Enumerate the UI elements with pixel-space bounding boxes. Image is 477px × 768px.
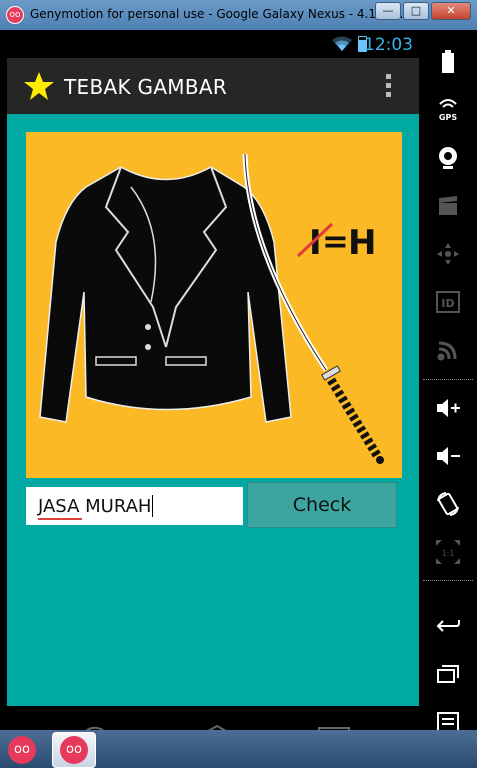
recent-apps-icon[interactable] — [428, 654, 468, 694]
back-icon[interactable] — [428, 606, 468, 646]
content-area: I = H JASA MURAH Check — [7, 114, 419, 706]
taskbar-genymotion[interactable]: oo — [0, 732, 44, 768]
genymotion-side-panel: GPS ID 1:1 — [419, 30, 477, 732]
gps-icon[interactable]: GPS — [428, 90, 468, 130]
device-id-icon[interactable]: ID — [428, 282, 468, 322]
answer-rest: MURAH — [79, 495, 152, 517]
star-icon — [24, 72, 54, 100]
status-bar: 12:03 — [7, 30, 419, 58]
video-capture-icon[interactable] — [428, 186, 468, 226]
pixel-perfect-label: 1:1 — [442, 549, 455, 558]
wifi-icon — [332, 36, 352, 51]
action-bar: TEBAK GAMBAR — [7, 58, 419, 114]
answer-input[interactable]: JASA MURAH — [26, 487, 243, 525]
volume-down-icon[interactable] — [428, 436, 468, 476]
minimize-button[interactable]: — — [375, 2, 401, 20]
device-screen: 12:03 TEBAK GAMBAR I = H JASA MURAH Chec… — [7, 30, 419, 736]
cast-icon[interactable] — [428, 330, 468, 370]
genymotion-logo-icon: oo — [6, 6, 24, 24]
volume-up-icon[interactable] — [428, 388, 468, 428]
gps-label: GPS — [439, 113, 457, 122]
answer-text: JASA MURAH — [38, 495, 152, 520]
taskbar-genymotion-active[interactable]: oo — [52, 732, 96, 768]
answer-first-word: JASA — [38, 495, 80, 517]
window-title: Genymotion for personal use - Google Gal… — [30, 7, 411, 21]
panel-divider — [423, 379, 473, 380]
check-button[interactable]: Check — [247, 482, 397, 528]
webcam-icon[interactable] — [428, 138, 468, 178]
windows-taskbar: oo oo — [0, 730, 477, 768]
puzzle-image: I = H — [26, 132, 402, 478]
battery-widget-icon[interactable] — [428, 42, 468, 82]
overflow-menu-icon[interactable] — [385, 72, 393, 100]
window-title-bar[interactable]: oo Genymotion for personal use - Google … — [0, 0, 477, 30]
rebus-replacement: H — [348, 223, 376, 263]
device-id-label: ID — [441, 297, 454, 310]
status-clock: 12:03 — [364, 35, 413, 55]
maximize-button[interactable]: □ — [403, 2, 429, 20]
rebus-equals: = — [322, 222, 349, 260]
rotate-icon[interactable] — [428, 484, 468, 524]
spellcheck-underline — [38, 517, 82, 520]
panel-divider-2 — [423, 580, 473, 581]
dpad-icon[interactable] — [428, 234, 468, 274]
pixel-perfect-icon[interactable]: 1:1 — [428, 532, 468, 572]
genymotion-logo-icon: oo — [60, 736, 88, 764]
text-caret — [152, 495, 154, 517]
genymotion-logo-icon: oo — [8, 736, 36, 764]
app-title: TEBAK GAMBAR — [64, 75, 228, 99]
close-button[interactable]: ✕ — [431, 2, 471, 20]
